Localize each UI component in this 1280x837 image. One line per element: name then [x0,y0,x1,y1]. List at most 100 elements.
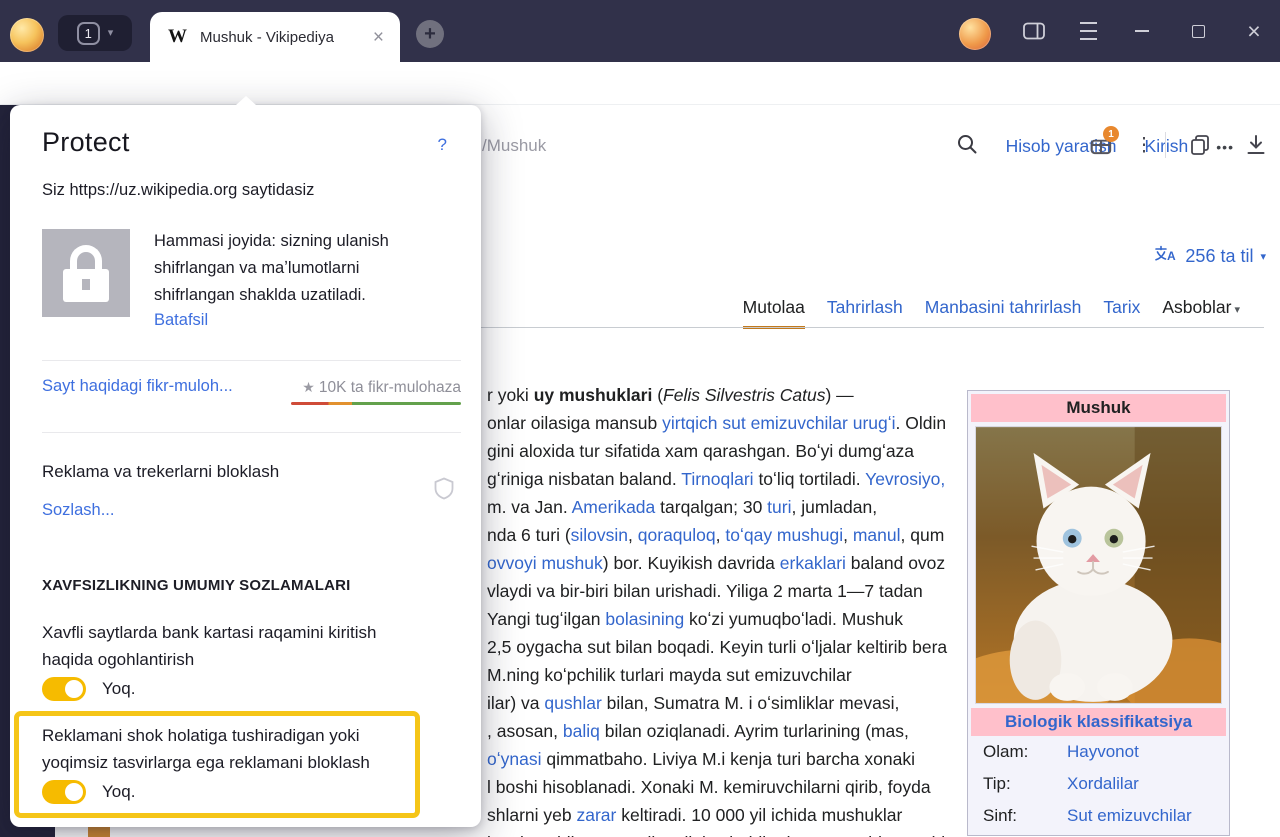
tab-counter[interactable]: 1 ▾ [58,15,132,51]
sidebar-panel-icon[interactable] [1016,0,1052,62]
article-link[interactable]: qushlar [544,693,601,713]
download-icon[interactable] [1242,131,1270,159]
infobox-row-value[interactable]: Hayvonot [1067,742,1139,762]
article-link[interactable]: toʻqay mushugi [725,525,843,545]
toggle-label: Yoq. [102,782,135,802]
tab-asboblar[interactable]: Asboblar ▾ [1162,297,1240,328]
browser-tab[interactable]: W Mushuk - Vikipediya × [150,12,400,62]
setting-shock-ads-row: Yoq. [42,780,401,804]
article-link[interactable]: Yevrosiyo, [865,469,945,489]
infobox-row-value[interactable]: Sut emizuvchilar [1067,806,1192,826]
tab-label: Tahrirlash [827,297,903,317]
language-button[interactable]: A 256 ta til ▾ [1154,245,1266,267]
article-link[interactable]: Amerikada [572,497,656,517]
article-line: oʻynasi qimmatbaho. Liviya M.i kenja tur… [487,745,957,773]
minimize-button[interactable] [1124,0,1160,62]
setting-bank-card-warning-row: Yoq. [42,677,135,701]
rating-bar [291,402,461,405]
article-line: onlar oilasiga mansub yirtqich sut emizu… [487,409,957,437]
protect-panel: Protect ? Siz https://uz.wikipedia.org s… [10,105,481,827]
star-icon: ★ [302,379,315,395]
infobox-row: Sinf:Sut emizuvchilar [971,800,1226,832]
article-link[interactable]: erkaklari [780,553,846,573]
tab-manbasini-tahrirlash[interactable]: Manbasini tahrirlash [925,297,1082,328]
article-link[interactable]: turi [767,497,791,517]
article-link[interactable]: Tirnoqlari [681,469,753,489]
article-link[interactable]: oʻynasi [487,749,541,769]
article-link[interactable]: urugʻi [853,413,896,433]
article-link[interactable]: ovvoyi mushuk [487,553,603,573]
article-line: r yoki uy mushuklari (Felis Silvestris C… [487,381,957,409]
wikipedia-favicon: W [168,26,187,48]
article-link[interactable]: bolasining [605,609,684,629]
article-link[interactable]: silovsin [571,525,628,545]
new-tab-button[interactable]: + [416,20,444,48]
article-link[interactable]: manul [853,525,901,545]
tab-tarix[interactable]: Tarix [1103,297,1140,328]
tab-mutolaa[interactable]: Mutolaa [743,297,805,328]
rating-text: 10K ta fikr-mulohaza [319,379,461,396]
article-line: l boshi hisoblanadi. Xonaki M. kemiruvch… [487,773,957,801]
article-line: vlaydi va bir-biri bilan urishadi. Yilig… [487,577,957,605]
infobox-row: Olam:Hayvonot [971,736,1226,768]
article-line: kemiruvchilarga ov qilganligi sababli od… [487,829,957,837]
tab-title: Mushuk - Vikipediya [200,29,369,46]
tab-close-icon[interactable]: × [369,26,388,49]
article-line: , asosan, baliq bilan oziqlanadi. Ayrim … [487,717,957,745]
security-section-header: XAVFSIZLIKNING UMUMIY SOZLAMALARI [42,577,351,594]
setting-bank-card-warning-text: Xavfli saytlarda bank kartasi raqamini k… [42,619,430,673]
infobox-row-label: Tip: [983,774,1067,794]
chevron-down-icon: ▾ [1231,304,1240,316]
tab-label: Asboblar [1162,297,1231,317]
tab-tahrirlash[interactable]: Tahrirlash [827,297,903,328]
browser-window: Hisob yaratish Kirish ••• A 256 ta til ▾… [0,0,1280,837]
site-line: Siz https://uz.wikipedia.org saytidasiz [42,181,314,200]
details-link[interactable]: Batafsil [154,311,208,330]
article-link[interactable]: qoraquloq [638,525,716,545]
article-line: Yangi tugʻilgan bolasining koʻzi yumuqbo… [487,605,957,633]
wiki-tabs: Mutolaa Tahrirlash Manbasini tahrirlash Tar… [743,297,1240,328]
maximize-button[interactable] [1180,0,1216,62]
shock-ads-toggle[interactable] [42,780,86,804]
article-link[interactable]: yirtqich sut emizuvchilar [662,413,848,433]
toolbar-divider [1165,132,1166,158]
infobox-row-label: Sinf: [983,806,1067,826]
browser-toolbar: ← Я https://uz.wikipedia.org/wiki/Mushuk… [0,62,1280,105]
article-line: M.ning koʻpchilik turlari mayda sut emiz… [487,661,957,689]
site-feedback-link[interactable]: Sayt haqidagi fikr-muloh... [42,377,233,396]
cat-photo[interactable] [975,426,1222,704]
menu-icon[interactable] [1070,0,1106,62]
article-link[interactable]: zarar [577,805,617,825]
help-link[interactable]: ? [438,135,447,155]
user-avatar[interactable] [959,18,991,50]
article-line: shlarni yeb zarar keltiradi. 10 000 yil … [487,801,957,829]
shield-icon [433,477,455,506]
article-line: m. va Jan. Amerikada tarqalgan; 30 turi,… [487,493,957,521]
lock-tile [42,229,130,317]
toolbar-more-menu[interactable]: ⋮ [1130,128,1158,162]
infobox-row-value[interactable]: Xordalilar [1067,774,1139,794]
collections-icon[interactable] [1186,131,1214,159]
panel-title: Protect [42,127,130,158]
infobox-title: Mushuk [971,394,1226,422]
connection-status-text: Hammasi joyida: sizning ulanish shifrlan… [154,228,422,309]
article-line: gini aloxida tur sifatida xam qarashgan.… [487,437,957,465]
svg-text:A: A [1167,249,1176,262]
bank-card-warning-toggle[interactable] [42,677,86,701]
close-button[interactable]: × [1236,0,1272,62]
tab-label: Tarix [1103,297,1140,317]
browser-topbar: 1 ▾ W Mushuk - Vikipediya × + × [0,0,1280,62]
taxobox: Mushuk [967,390,1230,836]
tab-count-badge: 1 [77,22,100,45]
personal-more-menu[interactable]: ••• [1216,139,1234,155]
adblock-settings-link[interactable]: Sozlash... [42,501,114,520]
infobox-rows: Olam:HayvonotTip:XordalilarSinf:Sut emiz… [971,736,1226,832]
panel-notch [236,96,256,105]
chevron-down-icon: ▾ [108,28,114,39]
tab-label: Manbasini tahrirlash [925,297,1082,317]
article-link[interactable]: baliq [563,721,600,741]
search-icon[interactable] [956,133,978,160]
classification-header-link[interactable]: Biologik klassifikatsiya [971,708,1226,736]
article-line: ilar) va qushlar bilan, Sumatra M. i oʻs… [487,689,957,717]
profile-avatar[interactable] [10,18,44,52]
